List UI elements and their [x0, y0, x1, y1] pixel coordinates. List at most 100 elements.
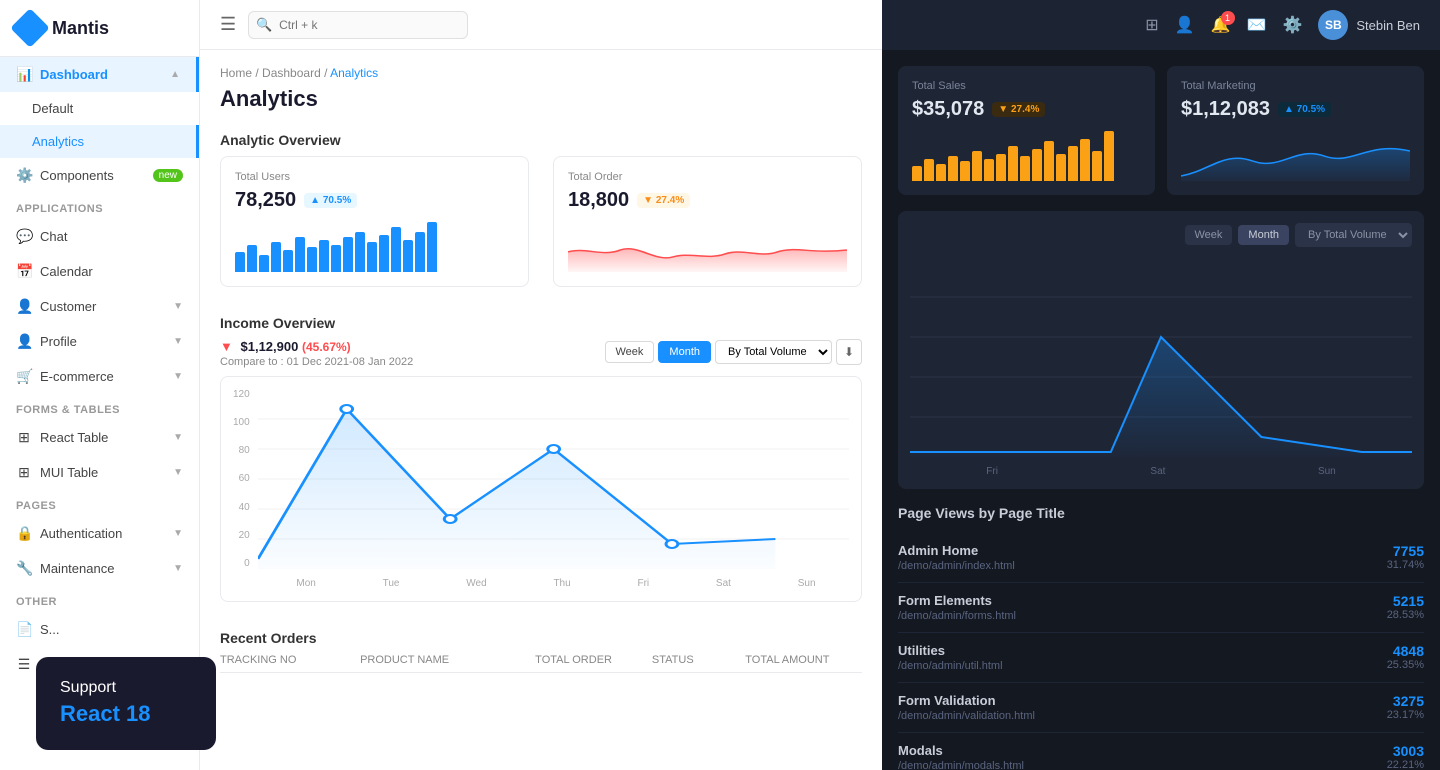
- page-view-pct-2: 25.35%: [1387, 659, 1424, 671]
- chevron-up-icon: ▲: [170, 69, 180, 80]
- recent-orders-section: TRACKING NO PRODUCT NAME TOTAL ORDER STA…: [200, 654, 882, 689]
- support-popup[interactable]: Support React 18: [36, 657, 216, 750]
- nav-item-maintenance[interactable]: 🔧 Maintenance ▼: [0, 551, 199, 586]
- income-section: ▼ $1,12,900 (45.67%) Compare to : 01 Dec…: [200, 339, 882, 618]
- bell-icon[interactable]: 🔔 1: [1211, 15, 1231, 35]
- app-title: Mantis: [52, 18, 109, 39]
- page-view-pct-1: 28.53%: [1387, 609, 1424, 621]
- total-users-badge: ▲ 70.5%: [304, 193, 357, 208]
- page-view-pct-3: 23.17%: [1387, 709, 1424, 721]
- month-button[interactable]: Month: [658, 341, 711, 363]
- total-order-card: Total Order 18,800 ▼ 27.4%: [553, 156, 862, 287]
- page-views-section: Page Views by Page Title Admin Home /dem…: [898, 505, 1424, 770]
- dark-x-axis: FriSatSun: [910, 462, 1412, 477]
- person-icon[interactable]: 👤: [1175, 15, 1195, 35]
- y-axis: 120100806040200: [233, 389, 258, 569]
- applications-label: Applications: [0, 193, 199, 219]
- page-view-item-2: Utilities /demo/admin/util.html 4848 25.…: [898, 633, 1424, 683]
- page-view-count-1: 5215: [1387, 593, 1424, 609]
- page-view-url-0: /demo/admin/index.html: [898, 560, 1015, 572]
- nav-item-authentication[interactable]: 🔒 Authentication ▼: [0, 516, 199, 551]
- nav-item-sample[interactable]: 📄 S...: [0, 612, 199, 647]
- page-view-url-1: /demo/admin/forms.html: [898, 610, 1016, 622]
- page-view-item-4: Modals /demo/admin/modals.html 3003 22.2…: [898, 733, 1424, 770]
- nav-item-chat[interactable]: 💬 Chat: [0, 219, 199, 254]
- nav-item-mui-table[interactable]: ⊞ MUI Table ▼: [0, 455, 199, 490]
- ecommerce-icon: 🛒: [16, 368, 32, 385]
- support-line2: React 18: [60, 699, 192, 730]
- nav-item-analytics[interactable]: Analytics: [0, 125, 199, 158]
- page-view-item-0: Admin Home /demo/admin/index.html 7755 3…: [898, 533, 1424, 583]
- breadcrumb-dashboard[interactable]: Dashboard: [262, 66, 321, 80]
- nav-item-react-table[interactable]: ⊞ React Table ▼: [0, 420, 199, 455]
- search-input[interactable]: [248, 11, 468, 39]
- main-content: ☰ 🔍 Home / Dashboard / Analytics Analyti…: [200, 0, 1440, 770]
- total-order-label: Total Order: [568, 171, 847, 183]
- total-sales-chart: [912, 131, 1141, 181]
- total-order-chart: [568, 222, 847, 272]
- income-amount: ▼ $1,12,900 (45.67%): [220, 339, 413, 354]
- new-badge: new: [153, 169, 183, 182]
- page-view-item-3: Form Validation /demo/admin/validation.h…: [898, 683, 1424, 733]
- total-sales-value: $35,078 ▼ 27.4%: [912, 98, 1141, 121]
- total-order-value: 18,800 ▼ 27.4%: [568, 189, 847, 212]
- stat-cards-row: Total Users 78,250 ▲ 70.5%: [200, 156, 882, 303]
- week-button[interactable]: Week: [605, 341, 655, 363]
- chevron-down-icon3: ▼: [173, 371, 183, 382]
- breadcrumb-home[interactable]: Home: [220, 66, 252, 80]
- dark-volume-select[interactable]: By Total Volume: [1295, 223, 1412, 247]
- customer-icon: 👤: [16, 298, 32, 315]
- right-stat-cards: Total Sales $35,078 ▼ 27.4%: [898, 66, 1424, 195]
- total-sales-label: Total Sales: [912, 80, 1141, 92]
- nav-item-default[interactable]: Default: [0, 92, 199, 125]
- total-marketing-card: Total Marketing $1,12,083 ▲ 70.5%: [1167, 66, 1424, 195]
- col-tracking: TRACKING NO: [220, 654, 360, 666]
- income-compare: Compare to : 01 Dec 2021-08 Jan 2022: [220, 356, 413, 368]
- chat-icon: 💬: [16, 228, 32, 245]
- nav-item-components[interactable]: ⚙️ Components new: [0, 158, 199, 193]
- sample-icon: 📄: [16, 621, 32, 638]
- user-menu[interactable]: SB Stebin Ben: [1318, 10, 1420, 40]
- nav-item-ecommerce[interactable]: 🛒 E-commerce ▼: [0, 359, 199, 394]
- chevron-down-icon7: ▼: [173, 563, 183, 574]
- nav-item-profile[interactable]: 👤 Profile ▼: [0, 324, 199, 359]
- page-view-name-3: Form Validation: [898, 693, 1035, 708]
- page-view-name-0: Admin Home: [898, 543, 1015, 558]
- page-view-count-0: 7755: [1387, 543, 1424, 559]
- nav-item-customer[interactable]: 👤 Customer ▼: [0, 289, 199, 324]
- chart-area: [258, 389, 849, 574]
- left-topbar: ☰ 🔍: [200, 0, 882, 50]
- total-users-chart: [235, 222, 514, 272]
- grid-icon[interactable]: ⊞: [1145, 15, 1158, 35]
- col-product: PRODUCT NAME: [360, 654, 535, 666]
- dark-month-button[interactable]: Month: [1238, 225, 1289, 245]
- download-button[interactable]: ⬇: [836, 339, 862, 365]
- total-sales-card: Total Sales $35,078 ▼ 27.4%: [898, 66, 1155, 195]
- profile-icon: 👤: [16, 333, 32, 350]
- notification-badge: 1: [1221, 11, 1235, 25]
- page-view-item-1: Form Elements /demo/admin/forms.html 521…: [898, 583, 1424, 633]
- col-total-order: TOTAL ORDER: [535, 654, 652, 666]
- menu-icon: ☰: [16, 656, 32, 673]
- total-marketing-badge: ▲ 70.5%: [1278, 102, 1331, 117]
- dashboard-icon: 📊: [16, 66, 32, 83]
- support-line1: Support: [60, 679, 116, 696]
- page-header: Home / Dashboard / Analytics Analytics: [200, 50, 882, 120]
- maintenance-icon: 🔧: [16, 560, 32, 577]
- mail-icon[interactable]: ✉️: [1247, 15, 1267, 35]
- nav-item-dashboard[interactable]: 📊 Dashboard ▲: [0, 57, 199, 92]
- dark-chart-svg: [910, 257, 1412, 457]
- settings-icon[interactable]: ⚙️: [1282, 15, 1302, 35]
- volume-select[interactable]: By Total Volume: [715, 340, 832, 364]
- right-panel: ⊞ 👤 🔔 1 ✉️ ⚙️ SB Stebin Ben Total Sales …: [882, 0, 1440, 770]
- menu-toggle-button[interactable]: ☰: [220, 14, 236, 35]
- calendar-icon: 📅: [16, 263, 32, 280]
- search-icon: 🔍: [256, 17, 272, 33]
- total-order-badge: ▼ 27.4%: [637, 193, 690, 208]
- dark-week-button[interactable]: Week: [1185, 225, 1233, 245]
- username: Stebin Ben: [1356, 18, 1420, 33]
- page-view-name-1: Form Elements: [898, 593, 1016, 608]
- nav-item-calendar[interactable]: 📅 Calendar: [0, 254, 199, 289]
- auth-icon: 🔒: [16, 525, 32, 542]
- x-axis: MonTueWedThuFriSatSun: [263, 574, 849, 589]
